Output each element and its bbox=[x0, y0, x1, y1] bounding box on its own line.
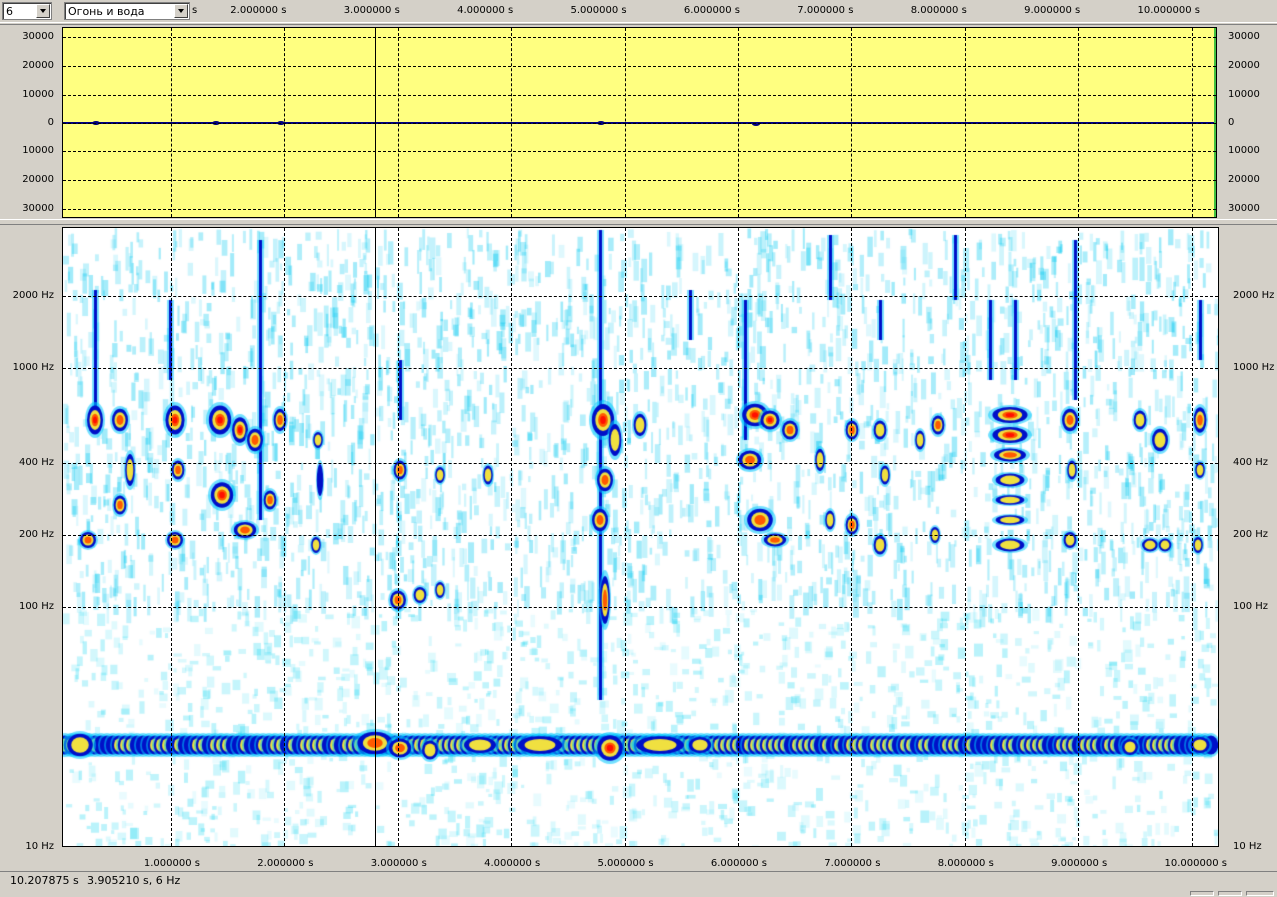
frequency-label: 400 Hz bbox=[18, 457, 54, 468]
time-tick-label: 10.000000 s bbox=[1164, 858, 1227, 869]
time-gridline bbox=[511, 228, 513, 846]
amplitude-gridline bbox=[63, 95, 1216, 96]
status-panel-3 bbox=[1246, 891, 1274, 896]
frequency-gridline bbox=[63, 368, 1218, 369]
frequency-label: 2000 Hz bbox=[1233, 290, 1275, 301]
status-panel-1 bbox=[1190, 891, 1214, 896]
waveform-panel[interactable] bbox=[62, 27, 1217, 218]
waveform-y-label: 30000 bbox=[22, 31, 54, 42]
time-tick-label: 8.000000 s bbox=[937, 858, 994, 869]
waveform-y-label: 30000 bbox=[1228, 203, 1260, 214]
time-tick-label: 7.000000 s bbox=[797, 5, 854, 16]
time-gridline bbox=[737, 228, 739, 846]
spectrogram-grid bbox=[63, 228, 1218, 846]
time-gridline bbox=[624, 228, 626, 846]
time-tick-label: 3.000000 s bbox=[370, 858, 427, 869]
frequency-label: 1000 Hz bbox=[12, 362, 54, 373]
time-tick-label: 6.000000 s bbox=[710, 858, 767, 869]
waveform-y-label: 10000 bbox=[1228, 145, 1260, 156]
frequency-label: 2000 Hz bbox=[12, 290, 54, 301]
waveform-y-label: 20000 bbox=[22, 60, 54, 71]
time-tick-label: 6.000000 s bbox=[683, 5, 740, 16]
time-gridline bbox=[964, 228, 966, 846]
spectrogram-panel[interactable] bbox=[62, 227, 1219, 847]
frequency-gridline bbox=[63, 296, 1218, 297]
amplitude-gridline bbox=[63, 209, 1216, 210]
time-tick-label: 5.000000 s bbox=[597, 858, 654, 869]
frequency-label: 200 Hz bbox=[1233, 529, 1269, 540]
amplitude-gridline bbox=[63, 66, 1216, 67]
chevron-down-icon[interactable] bbox=[174, 4, 188, 18]
file-select[interactable]: Огонь и вода bbox=[64, 2, 190, 20]
frequency-label: 1000 Hz bbox=[1233, 362, 1275, 373]
time-tick-label: 9.000000 s bbox=[1051, 858, 1108, 869]
waveform-y-label: 10000 bbox=[22, 145, 54, 156]
time-tick-label: 5.000000 s bbox=[570, 5, 627, 16]
frequency-label: 10 Hz bbox=[1233, 841, 1262, 852]
frequency-label: 100 Hz bbox=[1233, 601, 1269, 612]
frequency-label: 100 Hz bbox=[18, 601, 54, 612]
divider bbox=[0, 22, 1277, 25]
time-gridline bbox=[1078, 228, 1080, 846]
time-tick-label: 8.000000 s bbox=[910, 5, 967, 16]
time-tick-label: 10.000000 s bbox=[1137, 5, 1200, 16]
waveform-y-label: 20000 bbox=[1228, 174, 1260, 185]
amplitude-gridline bbox=[63, 123, 1216, 124]
frequency-gridline bbox=[63, 607, 1218, 608]
time-gridline bbox=[851, 228, 853, 846]
zoom-value: 6 bbox=[6, 5, 13, 18]
time-tick-label: 1.000000 s bbox=[143, 858, 200, 869]
frequency-label: 400 Hz bbox=[1233, 457, 1269, 468]
waveform-y-label: 20000 bbox=[22, 174, 54, 185]
chevron-down-icon[interactable] bbox=[36, 4, 50, 18]
amplitude-gridline bbox=[63, 37, 1216, 38]
waveform-y-label: 10000 bbox=[22, 89, 54, 100]
waveform-y-label: 0 bbox=[1228, 117, 1235, 128]
time-gridline bbox=[284, 228, 286, 846]
duration-readout: 10.207875 s bbox=[10, 874, 79, 887]
cursor-readout: 3.905210 s, 6 Hz bbox=[87, 874, 181, 887]
status-panel-2 bbox=[1218, 891, 1242, 896]
zoom-select[interactable]: 6 bbox=[2, 2, 52, 20]
divider bbox=[0, 219, 1277, 225]
time-unit-label: s bbox=[192, 5, 198, 16]
waveform-y-label: 20000 bbox=[1228, 60, 1260, 71]
waveform-y-label: 0 bbox=[47, 117, 54, 128]
amplitude-gridline bbox=[63, 151, 1216, 152]
time-tick-label: 4.000000 s bbox=[484, 858, 541, 869]
frequency-label: 200 Hz bbox=[18, 529, 54, 540]
waveform-y-label: 30000 bbox=[22, 203, 54, 214]
waveform-y-label: 10000 bbox=[1228, 89, 1260, 100]
time-tick-label: 2.000000 s bbox=[230, 5, 287, 16]
frequency-label: 10 Hz bbox=[25, 841, 54, 852]
time-gridline bbox=[170, 228, 172, 846]
frequency-gridline bbox=[63, 535, 1218, 536]
time-gridline bbox=[1191, 228, 1193, 846]
playhead-cursor bbox=[375, 228, 376, 846]
time-gridline bbox=[397, 228, 399, 846]
time-tick-label: 2.000000 s bbox=[257, 858, 314, 869]
waveform-y-label: 30000 bbox=[1228, 31, 1260, 42]
time-tick-label: 4.000000 s bbox=[457, 5, 514, 16]
time-tick-label: 7.000000 s bbox=[824, 858, 881, 869]
status-bar bbox=[0, 871, 1277, 897]
file-name: Огонь и вода bbox=[68, 5, 145, 18]
time-tick-label: 3.000000 s bbox=[343, 5, 400, 16]
time-tick-label: 9.000000 s bbox=[1024, 5, 1081, 16]
amplitude-gridline bbox=[63, 180, 1216, 181]
frequency-gridline bbox=[63, 463, 1218, 464]
